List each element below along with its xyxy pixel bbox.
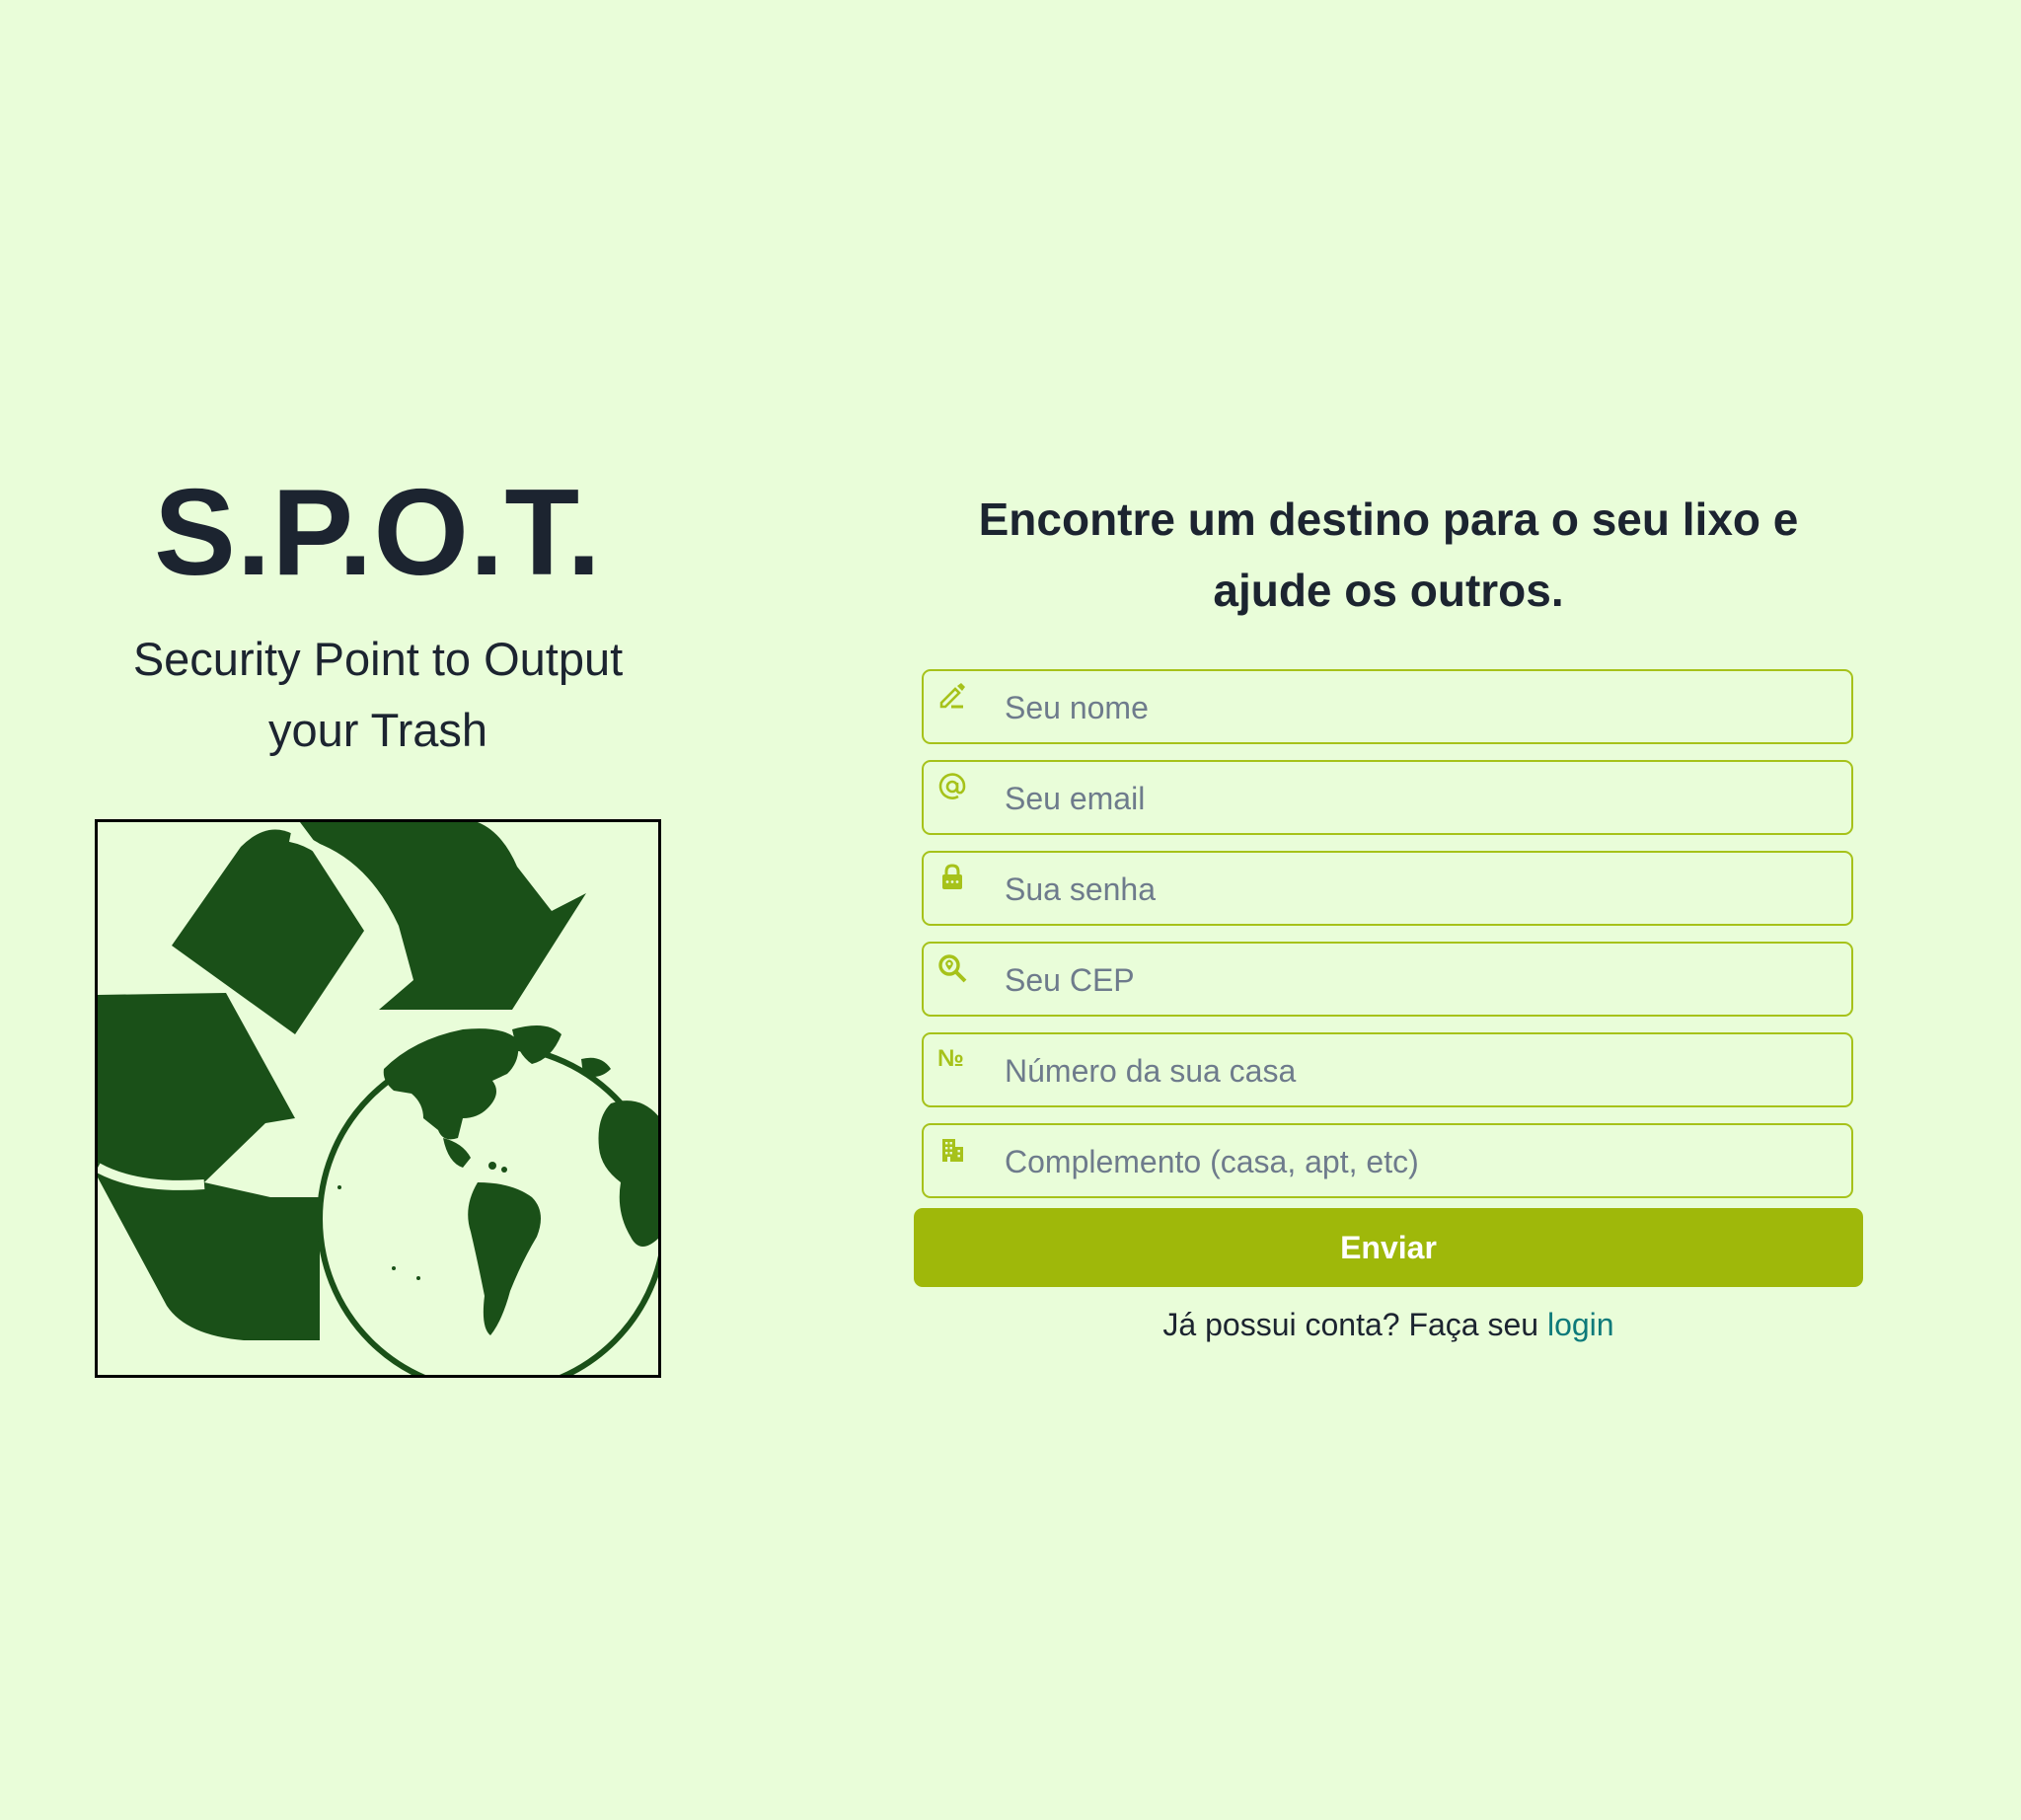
login-prompt-text: Já possui conta? Faça seu — [1162, 1307, 1539, 1342]
complement-field-wrapper — [922, 1123, 1853, 1198]
name-input[interactable] — [1003, 671, 1835, 744]
complement-input[interactable] — [1003, 1125, 1835, 1198]
numero-icon: № — [937, 1045, 964, 1072]
recycle-globe-logo — [95, 819, 661, 1378]
building-icon — [937, 1135, 967, 1165]
login-link[interactable]: login — [1547, 1307, 1614, 1342]
brand-panel: S.P.O.T. Security Point to Output your T… — [95, 464, 661, 766]
password-field-wrapper — [922, 851, 1853, 926]
signup-form: Encontre um destino para o seu lixo e aj… — [914, 484, 1863, 1344]
lock-icon — [937, 863, 967, 892]
signup-page: S.P.O.T. Security Point to Output your T… — [0, 0, 2021, 1820]
email-input[interactable] — [1003, 762, 1835, 835]
cep-field-wrapper — [922, 942, 1853, 1017]
house-number-input[interactable] — [1003, 1034, 1835, 1107]
brand-subtitle: Security Point to Output your Trash — [95, 624, 661, 766]
submit-button[interactable]: Enviar — [914, 1208, 1863, 1287]
brand-title: S.P.O.T. — [154, 465, 602, 601]
email-field-wrapper — [922, 760, 1853, 835]
house-number-field-wrapper: № — [922, 1032, 1853, 1107]
name-field-wrapper — [922, 669, 1853, 744]
brand-subtitle-line2: your Trash — [267, 704, 488, 756]
password-input[interactable] — [1003, 853, 1835, 926]
pencil-icon — [937, 681, 967, 711]
search-location-icon — [937, 953, 967, 983]
cep-input[interactable] — [1003, 944, 1835, 1017]
form-heading: Encontre um destino para o seu lixo e aj… — [978, 493, 1799, 616]
at-icon — [937, 772, 967, 801]
login-prompt: Já possui conta? Faça seu login — [914, 1305, 1863, 1344]
brand-subtitle-line1: Security Point to Output — [132, 633, 624, 685]
